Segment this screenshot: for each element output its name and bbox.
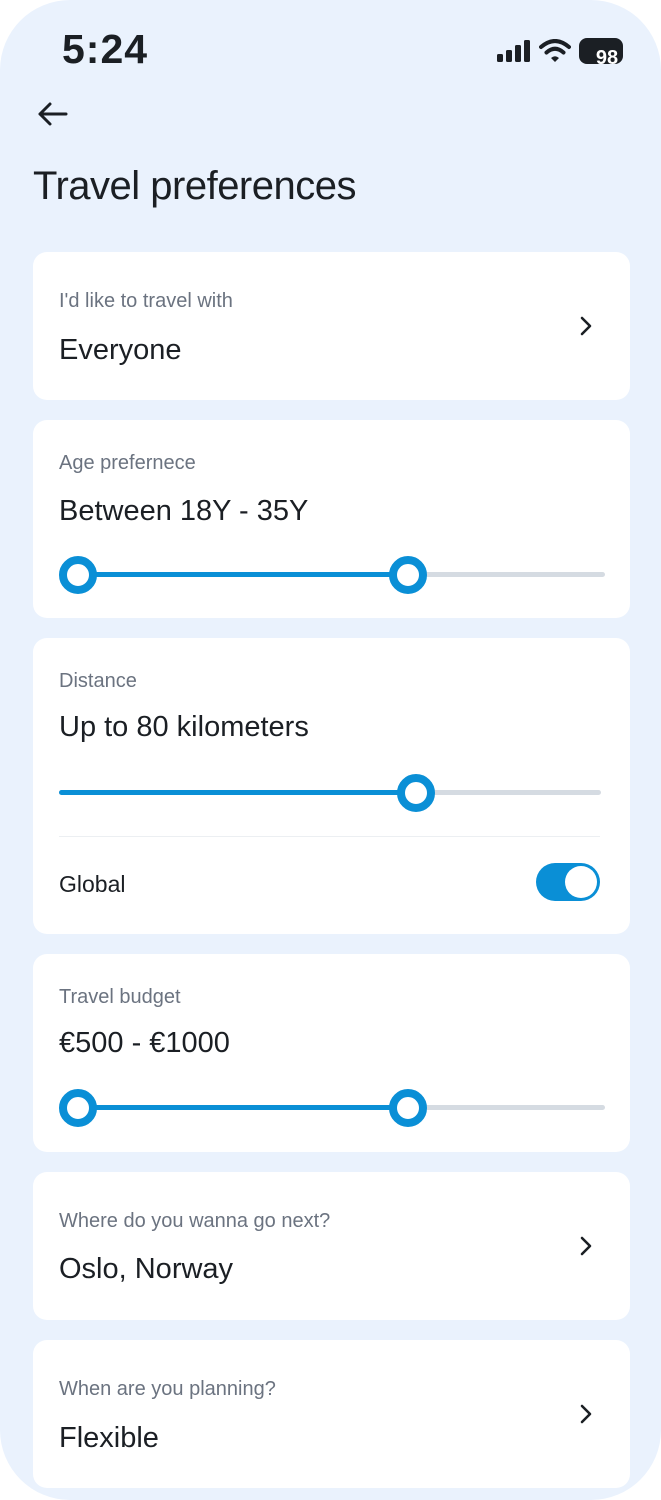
destination-value: Oslo, Norway (59, 1253, 234, 1285)
age-preference-value: Between 18Y - 35Y (59, 495, 309, 527)
planning-card[interactable]: When are you planning? Flexible (33, 1340, 630, 1488)
travel-budget-label: Travel budget (59, 986, 181, 1008)
signal-icon (497, 40, 530, 62)
slider-track-fill (78, 1105, 409, 1110)
slider-thumb[interactable] (396, 774, 435, 812)
global-toggle[interactable] (536, 863, 600, 901)
wifi-icon (539, 39, 571, 62)
battery-icon: 98 (579, 38, 623, 69)
planning-value: Flexible (59, 1422, 159, 1454)
distance-card: Distance Up to 80 kilometers Global (33, 638, 630, 934)
distance-value: Up to 80 kilometers (59, 711, 309, 743)
destination-label: Where do you wanna go next? (59, 1210, 331, 1232)
slider-thumb-max[interactable] (389, 1089, 428, 1127)
page-title: Travel preferences (33, 164, 357, 208)
age-preference-label: Age prefernece (59, 452, 196, 474)
status-bar: 5:24 98 (0, 0, 661, 90)
distance-slider[interactable] (59, 773, 601, 813)
slider-thumb-max[interactable] (389, 556, 428, 594)
budget-range-slider[interactable] (59, 1088, 605, 1128)
slider-track-fill (59, 790, 416, 795)
slider-track-fill (78, 572, 409, 577)
phone-screen: 5:24 98 Travel preferences I'd like to t… (0, 0, 661, 1500)
back-button[interactable] (32, 96, 72, 132)
travel-with-label: I'd like to travel with (59, 290, 233, 312)
slider-thumb-min[interactable] (59, 556, 97, 594)
age-preference-card: Age prefernece Between 18Y - 35Y (33, 420, 630, 618)
chevron-right-icon (580, 1404, 592, 1424)
slider-thumb-min[interactable] (59, 1089, 97, 1127)
destination-card[interactable]: Where do you wanna go next? Oslo, Norway (33, 1172, 630, 1320)
chevron-right-icon (580, 316, 592, 336)
status-time: 5:24 (62, 26, 149, 72)
toggle-knob (565, 866, 597, 898)
divider (59, 836, 600, 837)
battery-level: 98 (595, 47, 619, 69)
distance-label: Distance (59, 670, 137, 692)
age-range-slider[interactable] (59, 555, 605, 595)
travel-budget-card: Travel budget €500 - €1000 (33, 954, 630, 1152)
arrow-left-icon (38, 102, 68, 126)
global-toggle-label: Global (59, 871, 126, 897)
status-icons: 98 (497, 38, 623, 69)
travel-with-value: Everyone (59, 334, 182, 366)
planning-label: When are you planning? (59, 1378, 276, 1400)
travel-budget-value: €500 - €1000 (59, 1027, 230, 1059)
chevron-right-icon (580, 1236, 592, 1256)
travel-with-card[interactable]: I'd like to travel with Everyone (33, 252, 630, 400)
